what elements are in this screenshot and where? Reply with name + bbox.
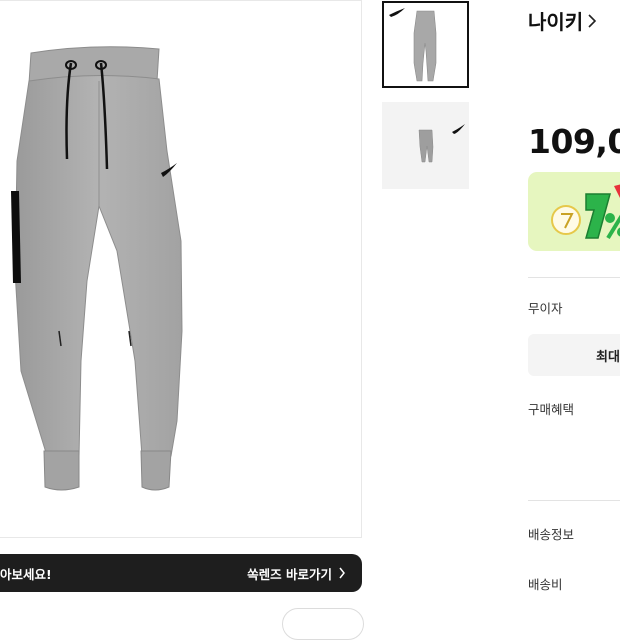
chevron-right-icon [339, 567, 345, 579]
divider [528, 500, 620, 501]
thumbnail-pants-image [389, 8, 437, 82]
chevron-right-icon [588, 13, 597, 28]
product-price: 109,0 [528, 122, 620, 161]
partial-pill-button[interactable] [282, 608, 364, 640]
lens-link-label: 쏙렌즈 바로가기 [247, 566, 332, 582]
shipping-fee-label: 배송비 [528, 577, 563, 592]
max-benefit-button[interactable]: 최대 [528, 334, 620, 376]
benefits-label: 구매혜택 [528, 402, 575, 417]
thumbnail-2[interactable] [382, 102, 469, 189]
jogger-pants-image [11, 46, 183, 491]
product-main-image[interactable] [0, 0, 362, 538]
lens-bar[interactable]: 아보세요! 쏙렌즈 바로가기 [0, 554, 362, 592]
thumbnail-pants-flat-image [418, 124, 465, 163]
divider [528, 277, 620, 278]
lens-bar-text: 아보세요! [0, 566, 52, 582]
lens-link[interactable]: 쏙렌즈 바로가기 [247, 564, 346, 583]
thumbnail-1[interactable] [382, 1, 469, 88]
promo-banner[interactable] [528, 172, 620, 251]
interest-free-label: 무이자 [528, 301, 563, 316]
brand-link[interactable]: 나이키 [528, 6, 597, 35]
discount-promo-graphic [551, 184, 620, 240]
shipping-info-label: 배송정보 [528, 527, 575, 542]
brand-name: 나이키 [528, 10, 584, 34]
max-benefit-label: 최대 [596, 349, 620, 365]
